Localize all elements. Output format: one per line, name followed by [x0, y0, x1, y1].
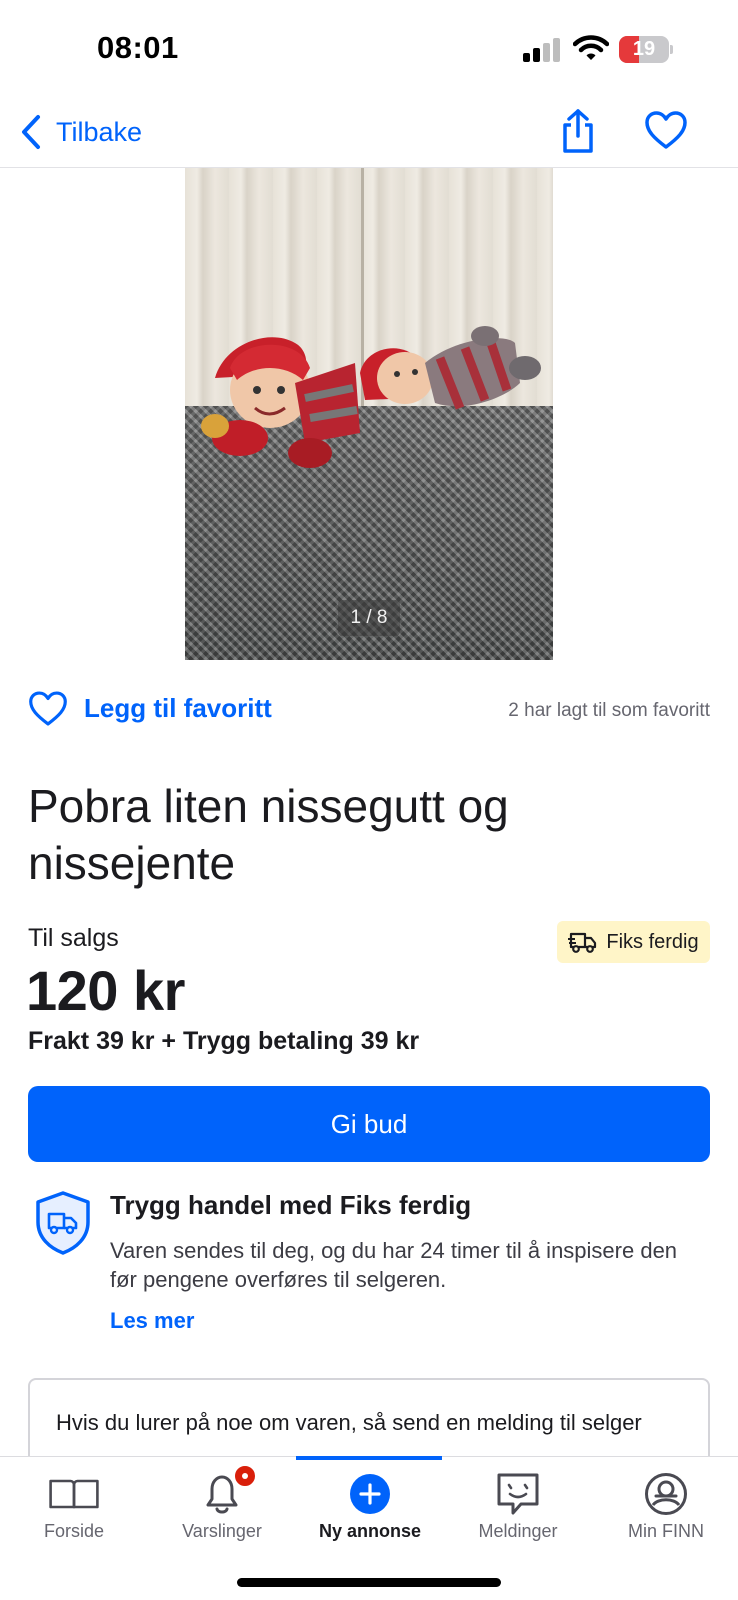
add-to-favorites-button[interactable]: Legg til favoritt: [28, 690, 272, 727]
shipping-info: Frakt 39 kr + Trygg betaling 39 kr: [28, 1027, 420, 1055]
tab-forside-label: Forside: [43, 1521, 105, 1541]
elf-figurine-boy: [360, 326, 541, 410]
gallery-counter: 1 / 8: [338, 600, 400, 636]
shield-truck-icon: [34, 1190, 92, 1256]
fiks-ferdig-label: Fiks ferdig: [606, 930, 699, 953]
listing-price: 120 kr: [26, 959, 185, 1022]
delivery-truck-icon: [568, 932, 597, 953]
tab-varslinger[interactable]: Varslinger: [148, 1457, 296, 1557]
message-seller-box[interactable]: Hvis du lurer på noe om varen, så send e…: [28, 1378, 710, 1458]
cellular-signal-icon: [523, 38, 561, 62]
tab-varslinger-label: Varslinger: [182, 1521, 262, 1541]
favorite-button[interactable]: [644, 110, 688, 154]
listing-photo: [201, 326, 541, 468]
tab-min-finn-label: Min FINN: [628, 1521, 704, 1541]
add-to-favorites-label: Legg til favoritt: [84, 693, 272, 723]
heart-outline-icon: [645, 111, 687, 149]
tab-min-finn[interactable]: Min FINN: [592, 1457, 738, 1557]
share-button[interactable]: [558, 108, 598, 154]
fiks-ferdig-badge: Fiks ferdig: [557, 921, 710, 963]
plus-circle-icon: [344, 1471, 396, 1517]
battery-level: 19: [632, 38, 656, 60]
image-gallery[interactable]: 1 / 8: [185, 168, 553, 660]
chevron-left-icon: [22, 115, 40, 149]
status-time: 08:01: [97, 30, 179, 65]
message-prompt: Hvis du lurer på noe om varen, så send e…: [56, 1410, 642, 1435]
battery-icon: 19: [619, 36, 673, 63]
tab-ny-annonse-label: Ny annonse: [318, 1521, 422, 1541]
safe-trade-description: Varen sendes til deg, og du har 24 timer…: [110, 1238, 678, 1292]
back-button[interactable]: Tilbake: [20, 110, 142, 154]
wifi-icon: [572, 34, 610, 62]
listing-title: Pobra liten nissegutt og nissejente: [28, 780, 509, 889]
chat-icon: [492, 1471, 544, 1517]
tab-forside[interactable]: Forside: [0, 1457, 148, 1557]
book-icon: [48, 1471, 100, 1517]
listing-status: Til salgs: [28, 924, 119, 952]
tab-ny-annonse[interactable]: Ny annonse: [296, 1457, 444, 1557]
back-label: Tilbake: [56, 116, 143, 147]
status-bar: 08:01 19: [0, 0, 738, 100]
read-more-link[interactable]: Les mer: [110, 1308, 194, 1334]
tab-meldinger[interactable]: Meldinger: [444, 1457, 592, 1557]
tab-meldinger-label: Meldinger: [478, 1521, 558, 1541]
make-offer-button[interactable]: Gi bud: [28, 1086, 710, 1162]
notification-badge: [232, 1463, 258, 1489]
profile-icon: [640, 1471, 692, 1517]
safe-trade-title: Trygg handel med Fiks ferdig: [110, 1190, 472, 1220]
heart-outline-icon: [29, 691, 67, 726]
nav-bar: Tilbake: [0, 100, 738, 168]
share-icon: [563, 109, 593, 153]
favorite-row: Legg til favoritt 2 har lagt til som fav…: [28, 688, 710, 734]
home-indicator: [237, 1578, 501, 1587]
elf-figurine-girl: [201, 337, 360, 468]
favorite-count: 2 har lagt til som favoritt: [508, 700, 710, 721]
